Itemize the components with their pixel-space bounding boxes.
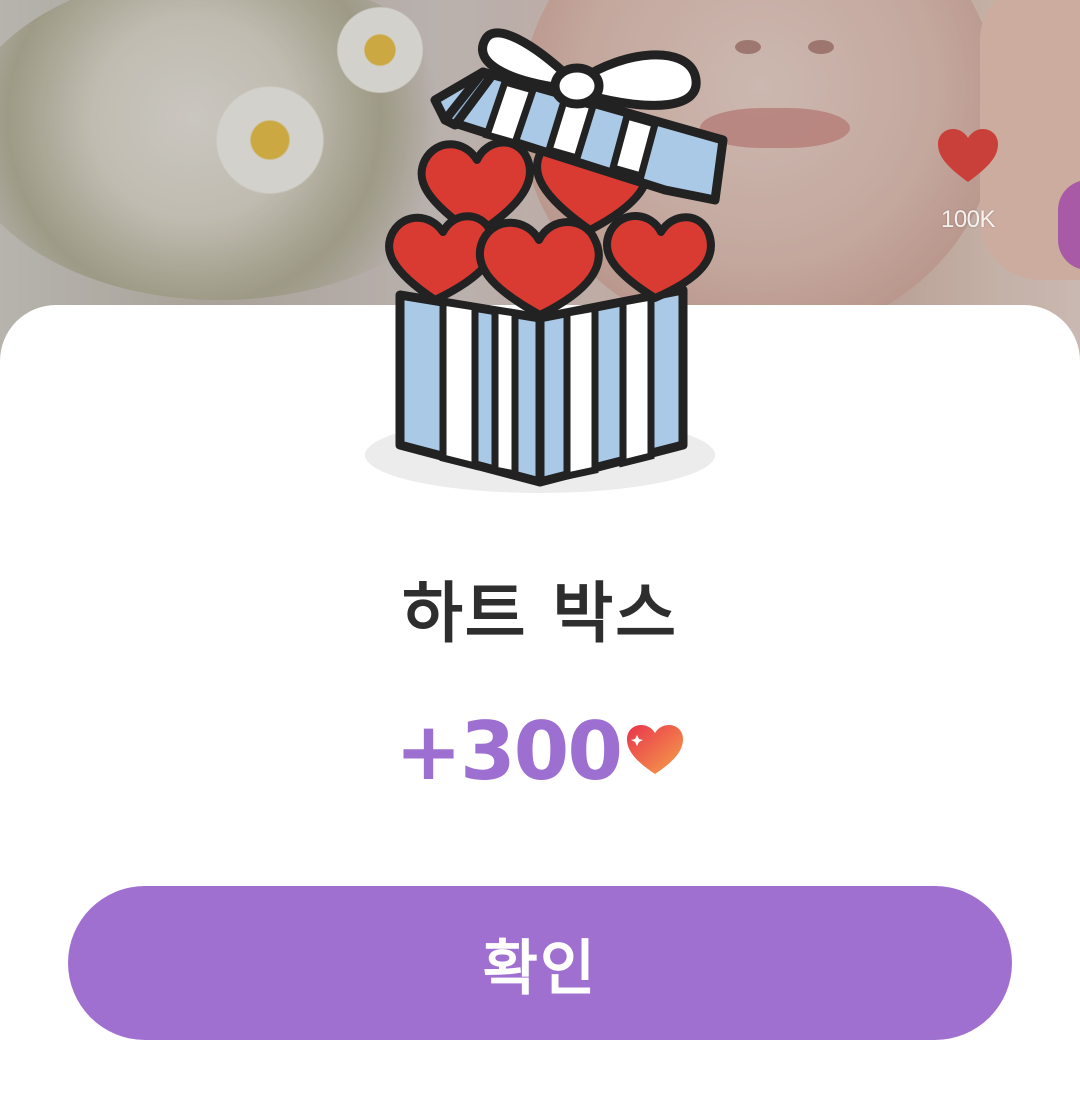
heart-icon: [625, 724, 685, 780]
heart-icon: [938, 129, 998, 182]
like-count: 100K: [940, 206, 996, 233]
dialog-title: 하트 박스: [402, 575, 678, 652]
gift-box-illustration: [365, 28, 728, 493]
side-like-button[interactable]: 100K: [930, 128, 1006, 234]
confirm-button[interactable]: 확인: [68, 886, 1012, 1040]
reward-row: +300: [0, 705, 1080, 798]
reward-amount: +300: [394, 705, 623, 798]
